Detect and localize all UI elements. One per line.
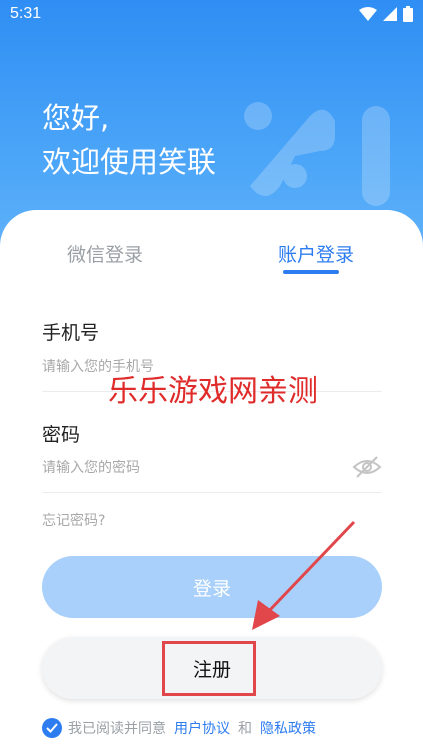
status-time: 5:31	[10, 5, 42, 22]
signal-icon	[383, 7, 397, 21]
agreement-and: 和	[238, 721, 252, 737]
annotation-highlight-box	[162, 641, 256, 696]
forgot-password-link[interactable]: 忘记密码?	[42, 510, 105, 530]
eye-off-icon[interactable]	[352, 455, 382, 479]
active-tab-indicator	[283, 270, 339, 274]
greeting-line-2: 欢迎使用笑联	[42, 145, 217, 179]
password-label: 密码	[42, 424, 81, 446]
password-input[interactable]	[42, 453, 342, 483]
tab-wechat-login[interactable]: 微信登录	[67, 240, 143, 267]
password-divider	[42, 492, 382, 493]
agreement-prefix: 我已阅读并同意	[68, 721, 166, 737]
greeting-line-1: 您好,	[42, 101, 110, 135]
watermark-text: 乐乐游戏网亲测	[108, 374, 318, 409]
annotation-arrow-icon	[252, 520, 356, 630]
user-agreement-link[interactable]: 用户协议	[174, 718, 230, 738]
phone-label: 手机号	[42, 322, 100, 344]
agreement-row: 我已阅读并同意 用户协议 和 隐私政策	[42, 718, 324, 738]
status-bar: 5:31	[0, 0, 423, 30]
check-icon	[46, 723, 58, 733]
brand-logo-icon	[244, 102, 390, 206]
agreement-checkbox[interactable]	[42, 718, 62, 738]
privacy-policy-link[interactable]: 隐私政策	[260, 718, 316, 738]
tab-account-login[interactable]: 账户登录	[278, 240, 354, 267]
greeting: 您好, 欢迎使用笑联	[42, 96, 216, 184]
status-icons	[359, 6, 413, 22]
wifi-icon	[359, 7, 377, 21]
battery-icon	[403, 6, 413, 22]
